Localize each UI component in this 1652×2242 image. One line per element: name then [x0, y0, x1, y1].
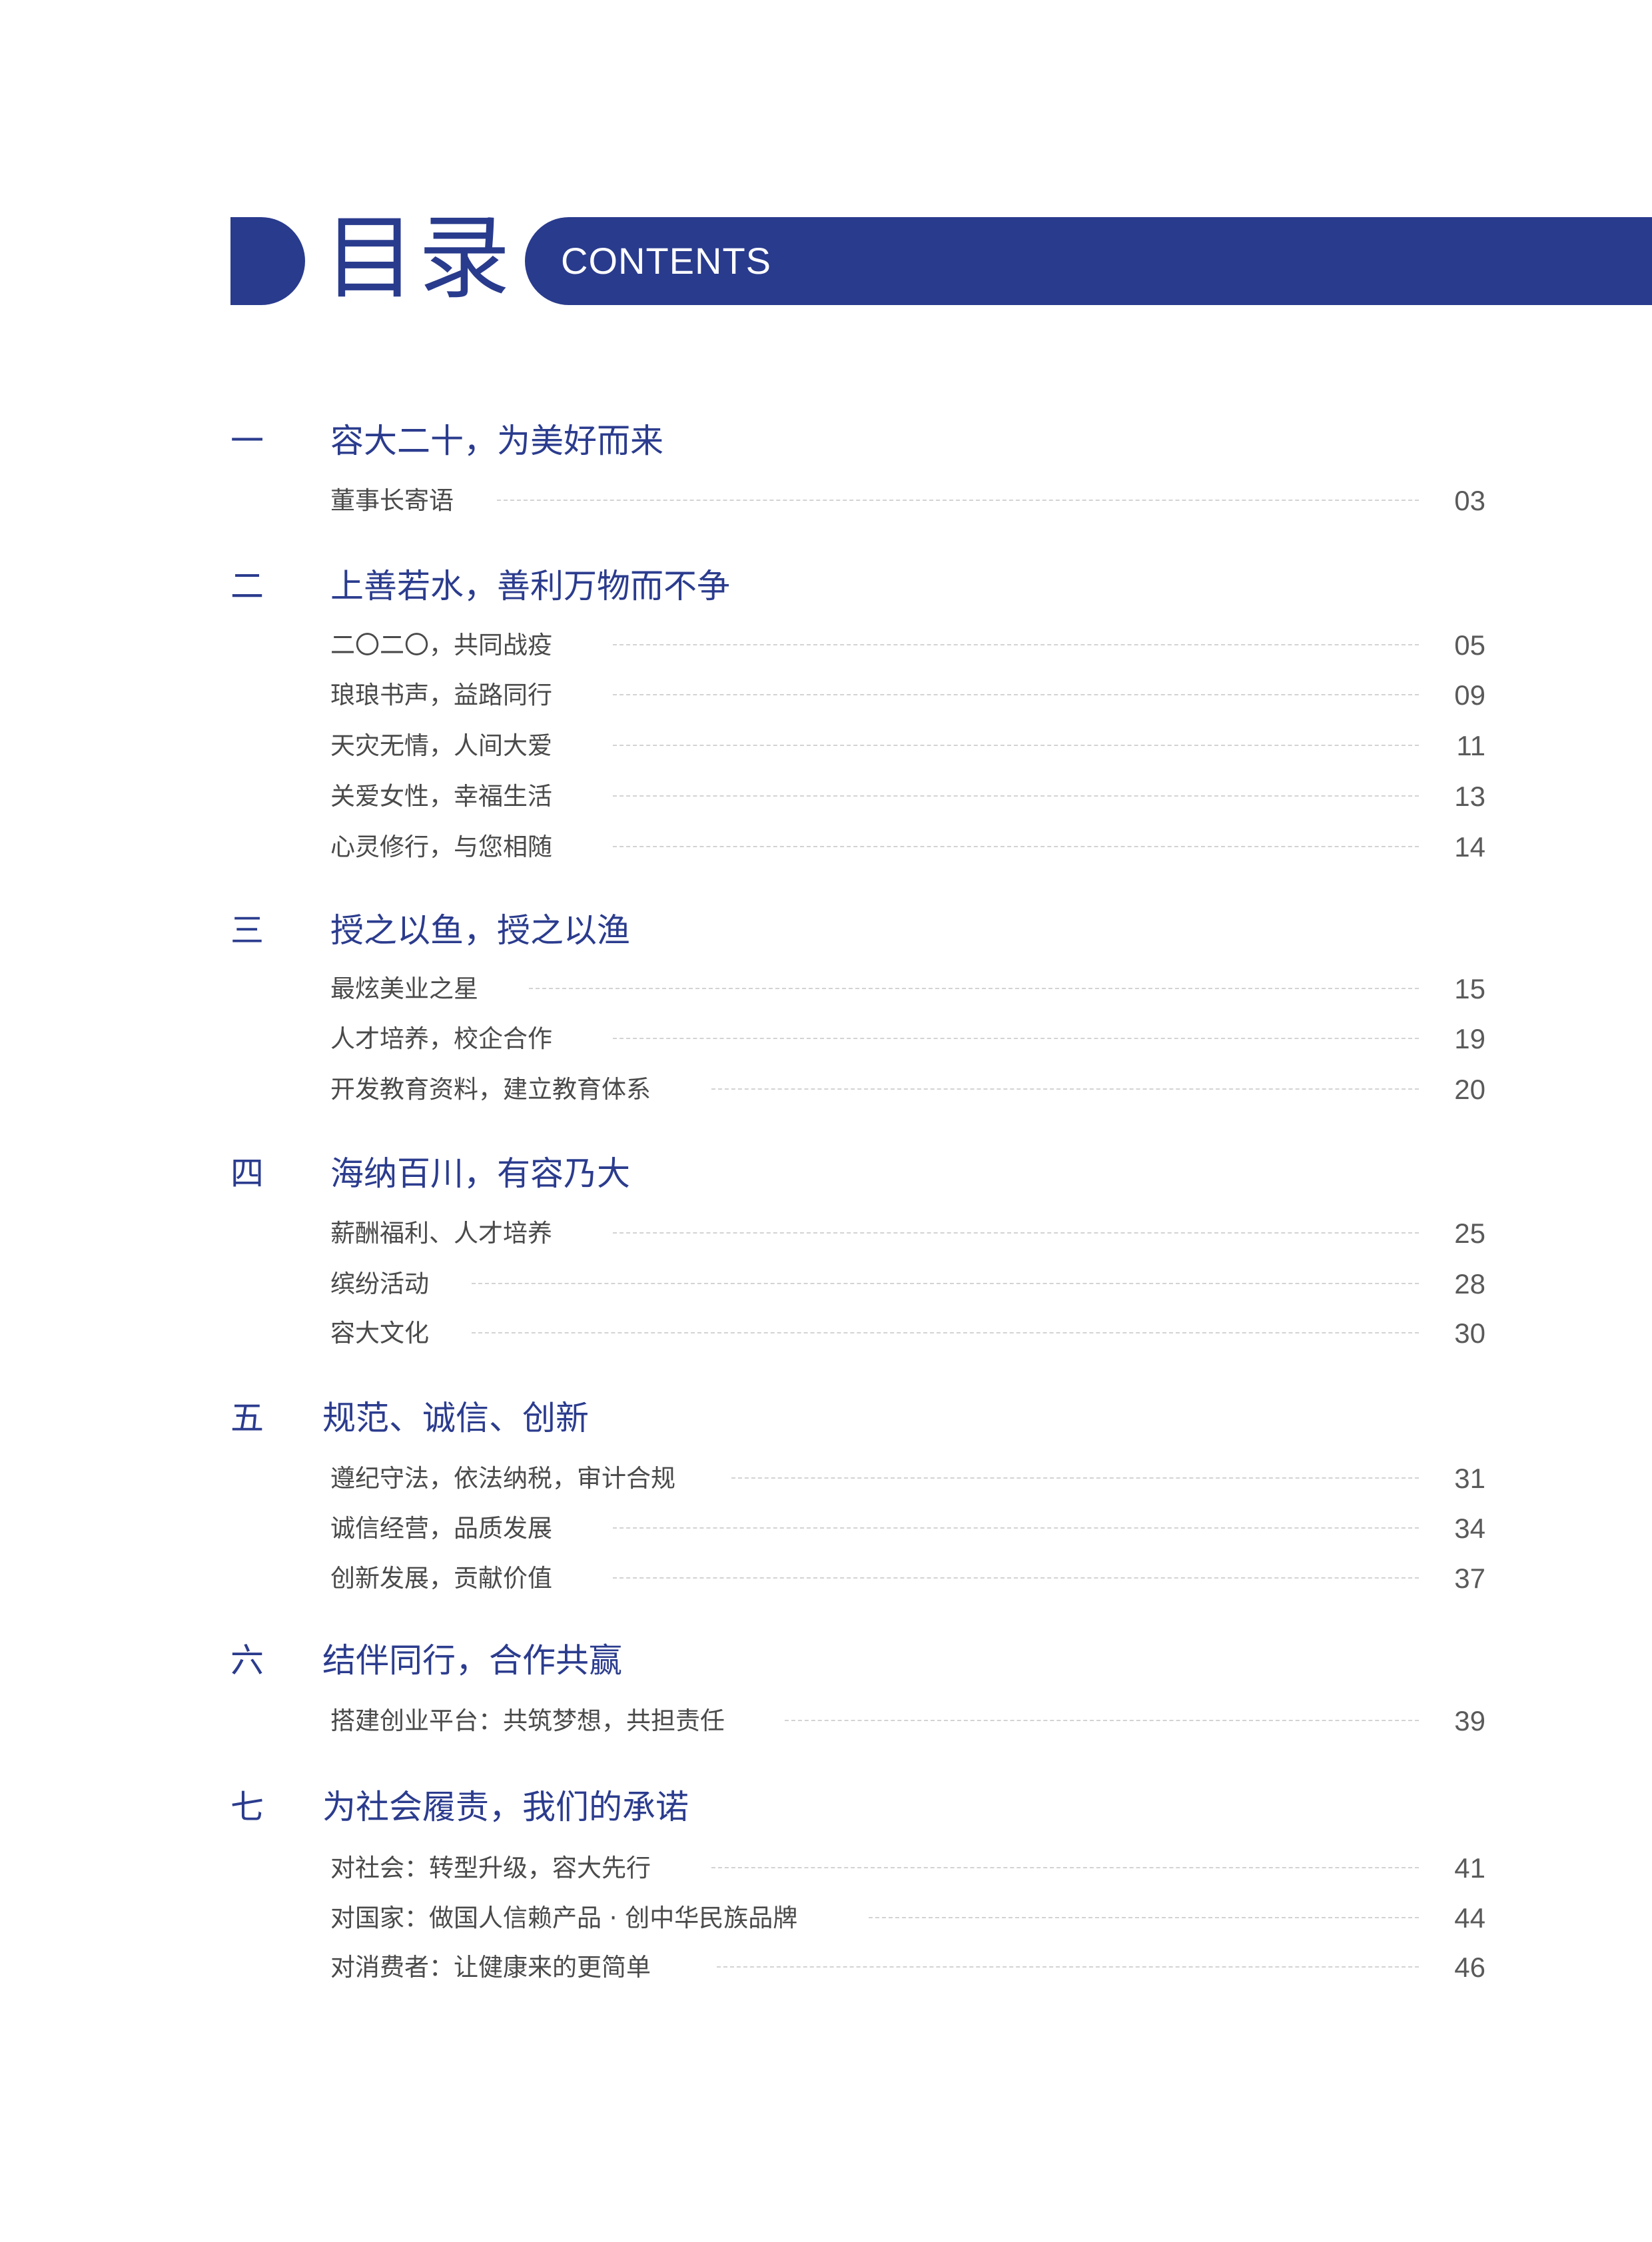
toc-page-number: 37 — [1454, 1563, 1485, 1594]
section-number: 四 — [230, 1154, 264, 1193]
toc-page-number: 14 — [1454, 831, 1485, 863]
toc-entry-label: 董事长寄语 — [330, 486, 454, 515]
toc-page-number: 05 — [1454, 629, 1485, 661]
toc-page-number: 46 — [1454, 1952, 1485, 1983]
toc-entry-label: 二〇二〇，共同战疫 — [330, 631, 552, 659]
toc-entry-label: 缤纷活动 — [330, 1270, 429, 1298]
toc-entry-label: 对消费者：让健康来的更简单 — [330, 1953, 651, 1982]
dotted-leader-line — [613, 1527, 1419, 1529]
toc-page-number: 13 — [1454, 781, 1485, 812]
dotted-leader-line — [613, 745, 1419, 746]
toc-page-number: 28 — [1454, 1268, 1485, 1300]
toc-page-number: 09 — [1454, 679, 1485, 711]
dotted-leader-line — [472, 1283, 1419, 1284]
toc-entry-label: 容大文化 — [330, 1319, 429, 1347]
section-number: 六 — [230, 1641, 264, 1680]
section-title[interactable]: 规范、诚信、创新 — [322, 1391, 589, 1445]
toc-entry[interactable]: 琅琅书声，益路同行 09 — [330, 677, 1485, 714]
dotted-leader-line — [717, 1966, 1419, 1968]
toc-page-number: 20 — [1454, 1074, 1485, 1105]
dotted-leader-line — [497, 500, 1419, 501]
dotted-leader-line — [869, 1917, 1419, 1918]
toc-page-number: 30 — [1454, 1317, 1485, 1349]
toc-page-number: 25 — [1454, 1218, 1485, 1249]
section-title[interactable]: 海纳百川，有容乃大 — [330, 1147, 630, 1200]
toc-entry-label: 开发教育资料，建立教育体系 — [330, 1075, 651, 1104]
dotted-leader-line — [613, 644, 1419, 645]
toc-entry-label: 琅琅书声，益路同行 — [330, 681, 552, 709]
toc-page: 目录 CONTENTS 一 容大二十，为美好而来董事长寄语 03 二 上善若水，善利万物… — [0, 0, 1652, 2242]
dotted-leader-line — [613, 846, 1419, 847]
toc-page-number: 03 — [1454, 485, 1485, 516]
dotted-leader-line — [785, 1720, 1419, 1721]
toc-page-number: 39 — [1454, 1705, 1485, 1736]
toc-entry-label: 天灾无情，人间大爱 — [330, 731, 552, 760]
toc-page-number: 11 — [1456, 730, 1485, 761]
toc-entry-label: 最炫美业之星 — [330, 974, 478, 1003]
toc-page-number: 44 — [1454, 1902, 1485, 1934]
toc-page-number: 19 — [1454, 1023, 1485, 1054]
toc-entry[interactable]: 最炫美业之星 15 — [330, 970, 1485, 1008]
page-title: 目录 — [324, 204, 514, 312]
section-title[interactable]: 授之以鱼，授之以渔 — [330, 904, 630, 957]
toc-entry[interactable]: 董事长寄语 03 — [330, 482, 1485, 520]
toc-entry[interactable]: 开发教育资料，建立教育体系 20 — [330, 1071, 1485, 1108]
dotted-leader-line — [529, 988, 1419, 989]
toc-entry-label: 薪酬福利、人才培养 — [330, 1219, 552, 1248]
toc-entry[interactable]: 容大文化 30 — [330, 1315, 1485, 1352]
section-number: 三 — [230, 911, 264, 950]
toc-entry[interactable]: 天灾无情，人间大爱 11 — [330, 727, 1485, 765]
page-subtitle: CONTENTS — [561, 240, 771, 282]
header-accent-block — [230, 217, 305, 305]
dotted-leader-line — [613, 1038, 1419, 1039]
dotted-leader-line — [613, 694, 1419, 695]
toc-page-number: 34 — [1454, 1513, 1485, 1544]
toc-entry-label: 诚信经营，品质发展 — [330, 1514, 552, 1543]
toc-entry[interactable]: 对消费者：让健康来的更简单 46 — [330, 1949, 1485, 1986]
section-title[interactable]: 为社会履责，我们的承诺 — [322, 1780, 689, 1834]
toc-entry[interactable]: 遵纪守法，依法纳税，审计合规 31 — [330, 1460, 1485, 1497]
section-number: 七 — [230, 1788, 264, 1826]
toc-entry-label: 对社会：转型升级，容大先行 — [330, 1854, 651, 1882]
section-number: 一 — [230, 422, 264, 460]
toc-page-number: 15 — [1454, 973, 1485, 1004]
toc-entry[interactable]: 诚信经营，品质发展 34 — [330, 1510, 1485, 1547]
dotted-leader-line — [731, 1477, 1419, 1479]
header-banner: CONTENTS — [525, 217, 1652, 305]
toc-entry[interactable]: 人才培养，校企合作 19 — [330, 1020, 1485, 1058]
toc-page-number: 41 — [1454, 1852, 1485, 1884]
dotted-leader-line — [711, 1867, 1419, 1868]
toc-entry[interactable]: 对国家：做国人信赖产品 · 创中华民族品牌 44 — [330, 1900, 1485, 1937]
dotted-leader-line — [613, 1232, 1419, 1234]
toc-entry-label: 创新发展，贡献价值 — [330, 1564, 552, 1593]
section-title[interactable]: 上善若水，善利万物而不争 — [330, 560, 730, 613]
toc-entry[interactable]: 对社会：转型升级，容大先行 41 — [330, 1850, 1485, 1887]
toc-entry-label: 关爱女性，幸福生活 — [330, 782, 552, 811]
toc-entry[interactable]: 二〇二〇，共同战疫 05 — [330, 627, 1485, 664]
toc-entry[interactable]: 心灵修行，与您相随 14 — [330, 829, 1485, 866]
dotted-leader-line — [613, 795, 1419, 797]
toc-entry[interactable]: 搭建创业平台：共筑梦想，共担责任 39 — [330, 1702, 1485, 1740]
toc-entry-label: 人才培养，校企合作 — [330, 1024, 552, 1053]
toc-page-number: 31 — [1454, 1463, 1485, 1494]
section-number: 五 — [230, 1399, 264, 1437]
section-title[interactable]: 结伴同行，合作共赢 — [322, 1634, 622, 1687]
toc-entry-label: 搭建创业平台：共筑梦想，共担责任 — [330, 1706, 725, 1735]
toc-entry[interactable]: 缤纷活动 28 — [330, 1266, 1485, 1303]
toc-entry-label: 心灵修行，与您相随 — [330, 833, 552, 861]
toc-entry[interactable]: 创新发展，贡献价值 37 — [330, 1560, 1485, 1597]
section-number: 二 — [230, 567, 264, 605]
dotted-leader-line — [613, 1577, 1419, 1579]
toc-entry-label: 遵纪守法，依法纳税，审计合规 — [330, 1464, 675, 1493]
dotted-leader-line — [472, 1332, 1419, 1333]
toc-entry-label: 对国家：做国人信赖产品 · 创中华民族品牌 — [330, 1904, 798, 1932]
dotted-leader-line — [711, 1088, 1419, 1090]
toc-entry[interactable]: 薪酬福利、人才培养 25 — [330, 1215, 1485, 1252]
toc-entry[interactable]: 关爱女性，幸福生活 13 — [330, 778, 1485, 815]
section-title[interactable]: 容大二十，为美好而来 — [330, 414, 663, 468]
